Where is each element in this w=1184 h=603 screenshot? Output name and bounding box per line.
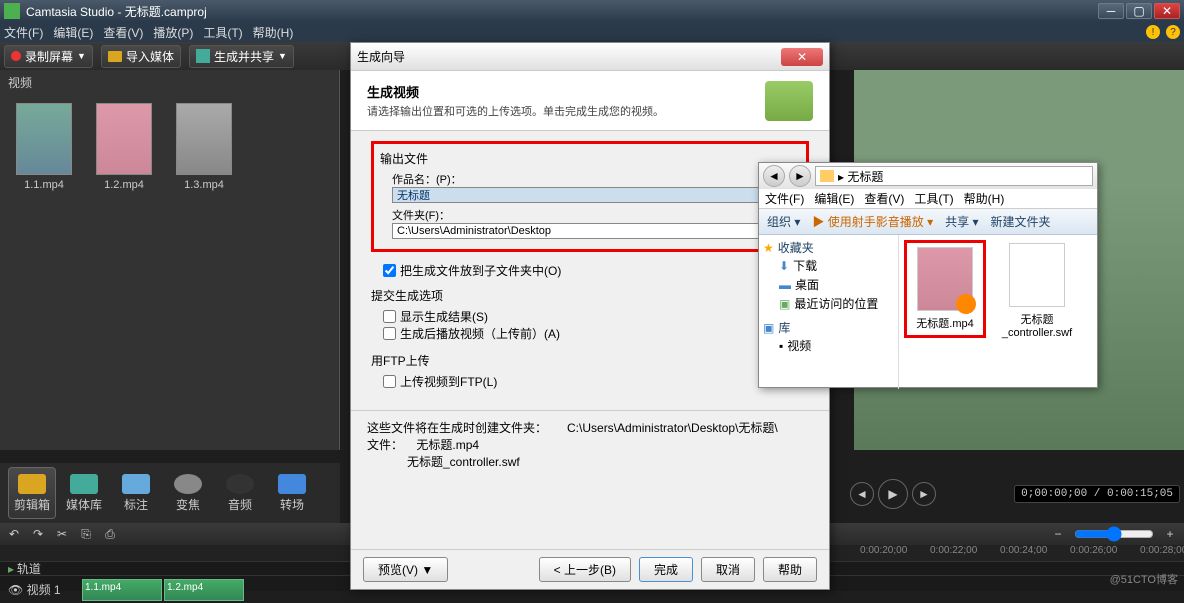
tab-transition[interactable]: 转场 [268,467,316,519]
prev-button[interactable]: ◄ [850,482,874,506]
file-thumbnail [917,247,973,311]
wizard-heading: 生成视频 [367,82,765,101]
close-button[interactable]: ✕ [1154,3,1180,19]
timeline-clip[interactable]: 1.2.mp4 [164,579,244,601]
app-icon [4,3,20,19]
app-title: Camtasia Studio - 无标题.camproj [26,3,207,20]
menu-tools[interactable]: 工具(T) [203,24,242,41]
production-name-label: 作品名：(P)： [392,171,800,187]
timeline-clip[interactable]: 1.1.mp4 [82,579,162,601]
tab-zoom[interactable]: 变焦 [164,467,212,519]
exp-menu-file[interactable]: 文件(F) [765,190,804,207]
explorer-window: ◄ ► ▸ 无标题 文件(F) 编辑(E) 查看(V) 工具(T) 帮助(H) … [758,162,1098,388]
file-thumbnail [1009,243,1065,307]
production-name-input[interactable] [392,187,800,203]
organize-button[interactable]: 组织 ▾ [767,213,800,230]
timeline-redo-icon[interactable]: ↷ [30,526,46,542]
nav-recent[interactable]: ▣最近访问的位置 [763,294,894,313]
watermark: @51CTO博客 [1110,571,1178,587]
menu-file[interactable]: 文件(F) [4,24,43,41]
preview-button[interactable]: 预览(V) ▼ [363,557,448,582]
back-button[interactable]: < 上一步(B) [539,557,631,582]
nav-back-button[interactable]: ◄ [763,165,785,187]
copy-icon[interactable]: ⎙ [102,526,118,542]
folder-input[interactable] [392,223,800,239]
new-folder-button[interactable]: 新建文件夹 [990,213,1050,230]
produce-share-button[interactable]: 生成并共享 ▼ [189,45,294,68]
tab-audio[interactable]: 音频 [216,467,264,519]
lightbulb-icon[interactable]: ! [1146,25,1160,39]
track-header: 轨道 [17,562,41,576]
address-bar[interactable]: ▸ 无标题 [815,166,1093,186]
subfolder-checkbox[interactable]: 把生成文件放到子文件夹中(O) [383,262,809,279]
nav-favorites[interactable]: ★收藏夹 [763,239,894,256]
wizard-subheading: 请选择输出位置和可选的上传选项。单击完成生成您的视频。 [367,103,765,119]
folder-icon [108,51,122,62]
menu-edit[interactable]: 编辑(E) [53,24,93,41]
share-icon [196,49,210,63]
nav-forward-button[interactable]: ► [789,165,811,187]
ftp-upload-checkbox[interactable]: 上传视频到FTP(L) [383,373,809,390]
play-button[interactable]: ▶ [878,479,908,509]
cut-icon[interactable]: ✂ [54,526,70,542]
exp-menu-tools[interactable]: 工具(T) [914,190,953,207]
play-badge-icon [956,294,976,314]
help-button[interactable]: 帮助 [763,557,817,582]
minimize-button[interactable]: ─ [1098,3,1124,19]
help-icon[interactable]: ? [1166,25,1180,39]
menu-play[interactable]: 播放(P) [153,24,193,41]
share-button[interactable]: 共享 ▾ [945,213,978,230]
menu-help[interactable]: 帮助(H) [253,24,294,41]
menu-view[interactable]: 查看(V) [103,24,143,41]
tab-callout[interactable]: 标注 [112,467,160,519]
import-media-button[interactable]: 导入媒体 [101,45,181,68]
timeline-zoom-slider[interactable] [1074,526,1154,542]
clip-item[interactable]: 1.3.mp4 [176,103,232,191]
timeline-undo-icon[interactable]: ↶ [6,526,22,542]
wizard-close-button[interactable]: ✕ [781,48,823,66]
explorer-nav: ★收藏夹 ⬇下载 ▬桌面 ▣最近访问的位置 ▣库 ▪视频 [759,235,899,389]
maximize-button[interactable]: ▢ [1126,3,1152,19]
play-after-checkbox[interactable]: 生成后播放视频（上传前）(A) [383,325,809,342]
nav-videos[interactable]: ▪视频 [763,336,894,355]
clip-label: 1.3.mp4 [184,179,224,191]
clip-thumbnail [176,103,232,175]
clip-label: 1.1.mp4 [24,179,64,191]
nav-desktop[interactable]: ▬桌面 [763,275,894,294]
nav-libraries[interactable]: ▣库 [763,319,894,336]
finish-button[interactable]: 完成 [639,557,693,582]
zoom-out-icon[interactable]: − [1050,526,1066,542]
record-icon [11,51,21,61]
nav-downloads[interactable]: ⬇下载 [763,256,894,275]
file-item-swf[interactable]: 无标题_controller.swf [999,243,1075,339]
clip-label: 1.2.mp4 [104,179,144,191]
clipbin-title: 视频 [0,70,339,95]
clip-thumbnail [16,103,72,175]
file-item-mp4[interactable]: 无标题.mp4 [907,243,983,335]
cancel-button[interactable]: 取消 [701,557,755,582]
wizard-title: 生成向导 [357,48,405,65]
next-button[interactable]: ► [912,482,936,506]
folder-icon [820,170,834,182]
show-results-checkbox[interactable]: 显示生成结果(S) [383,308,809,325]
video-track-label: 👁 视频 1 [0,581,80,598]
split-icon[interactable]: ⎘ [78,526,94,542]
play-with-button[interactable]: ▶ 使用射手影音播放 ▾ [812,213,933,230]
files-path: C:\Users\Administrator\Desktop\无标题\ [567,419,778,470]
record-button[interactable]: 录制屏幕 ▼ [4,45,93,68]
tab-clipbin[interactable]: 剪辑箱 [8,467,56,519]
exp-menu-view[interactable]: 查看(V) [864,190,904,207]
clip-item[interactable]: 1.2.mp4 [96,103,152,191]
output-section-highlight: 输出文件 作品名：(P)： 文件夹(F)： [371,141,809,252]
clip-item[interactable]: 1.1.mp4 [16,103,72,191]
exp-menu-edit[interactable]: 编辑(E) [814,190,854,207]
wizard-logo-icon [765,81,813,121]
files-create-label: 这些文件将在生成时创建文件夹： [367,419,547,436]
folder-label: 文件夹(F)： [392,207,800,223]
zoom-in-icon[interactable]: + [1162,526,1178,542]
exp-menu-help[interactable]: 帮助(H) [964,190,1005,207]
clip-thumbnail [96,103,152,175]
tab-library[interactable]: 媒体库 [60,467,108,519]
timecode-display: 0;00:00;00 / 0:00:15;05 [1014,485,1180,503]
